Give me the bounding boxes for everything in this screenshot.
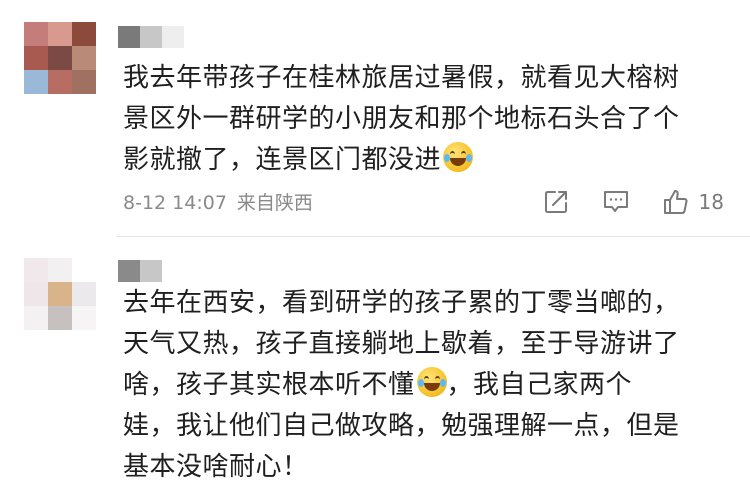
comment-text-line-with-emoji: 啥，孩子其实根本听不懂 ，我自己家两个 — [123, 365, 723, 406]
comment-text-line: 去年在西安，看到研学的孩子累的丁零当啷的， — [123, 288, 680, 318]
comment-text-line: 娃，我让他们自己做攻略，勉强理解一点，但是 — [123, 411, 680, 441]
avatar-pixel — [48, 70, 72, 94]
like-button[interactable]: 18 — [661, 187, 724, 217]
share-icon[interactable] — [541, 187, 571, 217]
avatar-pixel — [24, 46, 48, 70]
username-pixel — [140, 260, 162, 282]
username-pixelated[interactable] — [118, 26, 184, 48]
comment-icon[interactable] — [601, 187, 631, 217]
crying-laughing-emoji-icon — [416, 367, 447, 397]
timestamp: 8-12 14:07 — [123, 192, 227, 214]
comment-text: 我去年带孩子在桂林旅居过暑假，就看见大榕树 景区外一群研学的小朋友和那个地标石头… — [123, 58, 723, 181]
thumbs-up-icon — [661, 187, 691, 217]
comment-text-fragment: ，我自己家两个 — [446, 370, 633, 400]
comment-divider — [116, 236, 750, 237]
username-pixel — [118, 260, 140, 282]
avatar-pixel — [48, 282, 72, 306]
username-pixel — [162, 26, 184, 48]
avatar-pixel — [72, 22, 96, 46]
comment-text: 去年在西安，看到研学的孩子累的丁零当啷的， 天气又热，孩子直接躺地上歇着，至于导… — [123, 283, 723, 488]
username-pixelated[interactable] — [118, 260, 184, 282]
avatar-pixel — [72, 258, 96, 282]
avatar-pixel — [72, 70, 96, 94]
comment-text-line: 我去年带孩子在桂林旅居过暑假，就看见大榕树 — [123, 63, 680, 93]
avatar-pixel — [24, 70, 48, 94]
avatar-pixel — [24, 306, 48, 330]
location: 来自陕西 — [236, 192, 313, 214]
comment-actions: 18 — [541, 186, 724, 218]
comment-text-fragment: 影就撤了，连景区门都没进 — [123, 145, 442, 175]
avatar-pixel — [48, 258, 72, 282]
avatar-pixel — [48, 22, 72, 46]
avatar-pixel — [48, 46, 72, 70]
avatar-pixel — [24, 282, 48, 306]
avatar-pixel — [72, 282, 96, 306]
avatar-pixel — [24, 258, 48, 282]
avatar-pixel — [48, 306, 72, 330]
comment-item: 我去年带孩子在桂林旅居过暑假，就看见大榕树 景区外一群研学的小朋友和那个地标石头… — [0, 0, 750, 236]
avatar-pixel — [72, 306, 96, 330]
comment-text-line: 天气又热，孩子直接躺地上歇着，至于导游讲了 — [123, 329, 680, 359]
avatar[interactable] — [24, 22, 96, 94]
comment-text-line: 基本没啥耐心！ — [123, 452, 309, 482]
comment-text-fragment: 啥，孩子其实根本听不懂 — [123, 370, 415, 400]
avatar[interactable] — [24, 258, 96, 330]
laughing-tears-emoji-icon — [443, 142, 474, 172]
comment-text-line-with-emoji: 影就撤了，连景区门都没进 — [123, 140, 723, 181]
username-pixel — [118, 26, 140, 48]
comment-item: 去年在西安，看到研学的孩子累的丁零当啷的， 天气又热，孩子直接躺地上歇着，至于导… — [0, 238, 750, 497]
avatar-pixel — [72, 46, 96, 70]
comment-meta: 8-12 14:07 来自陕西 — [123, 190, 313, 216]
username-pixel — [162, 260, 184, 282]
like-count: 18 — [698, 190, 724, 214]
comment-text-line: 景区外一群研学的小朋友和那个地标石头合了个 — [123, 104, 680, 134]
avatar-pixel — [24, 22, 48, 46]
username-pixel — [140, 26, 162, 48]
